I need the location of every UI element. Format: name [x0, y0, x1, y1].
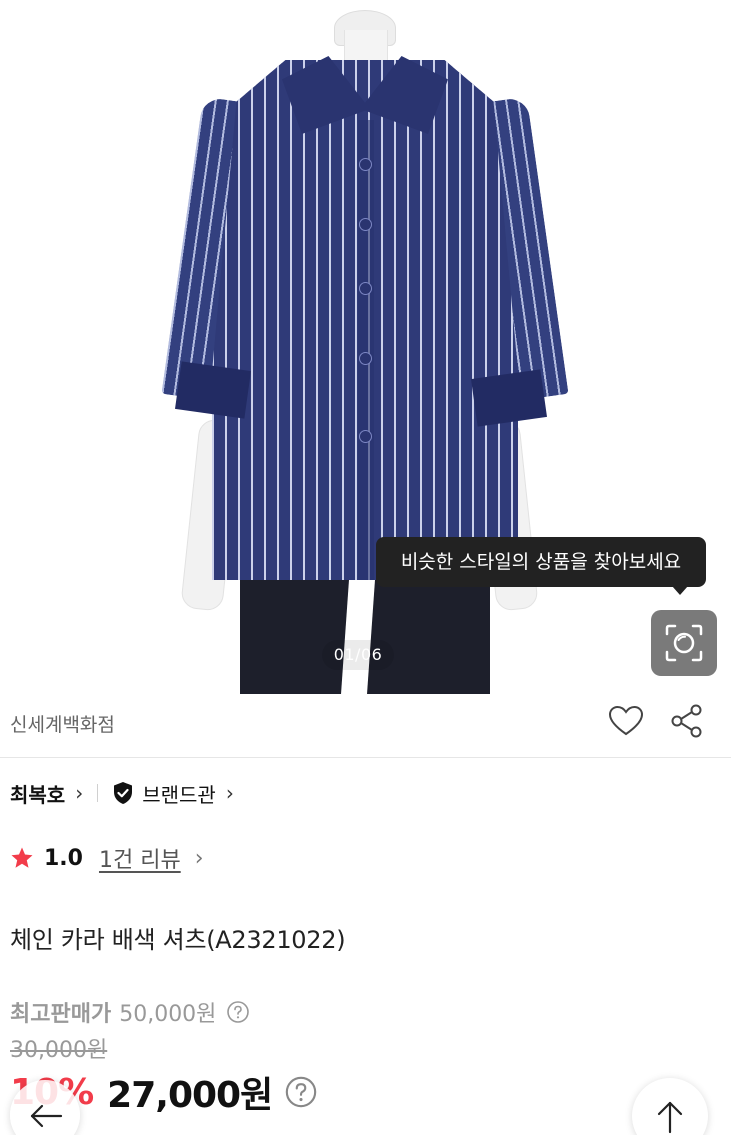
- shirt-button: [359, 352, 372, 365]
- review-count-link[interactable]: 1건 리뷰: [99, 842, 181, 874]
- brand-name: 최복호: [10, 782, 66, 807]
- heart-icon: [608, 705, 644, 736]
- shirt-placket: [358, 120, 374, 580]
- rating-score: 1.0: [44, 845, 83, 871]
- shield-check-icon: [114, 782, 133, 804]
- share-icon: [671, 704, 702, 738]
- product-image-gallery[interactable]: 01/06: [0, 0, 731, 694]
- question-circle-icon[interactable]: [226, 1000, 250, 1024]
- question-circle-icon[interactable]: [284, 1075, 318, 1109]
- max-price-label: 최고판매가: [10, 1002, 112, 1027]
- sale-price: 27,000원: [107, 1075, 273, 1116]
- store-row: 신세계백화점: [0, 694, 731, 758]
- shirt-button: [359, 218, 372, 231]
- shirt-button: [359, 158, 372, 171]
- divider: [97, 784, 99, 802]
- star-icon: [11, 847, 33, 868]
- visual-search-button[interactable]: [651, 610, 717, 676]
- slide-counter: 01/06: [322, 640, 394, 670]
- max-price-value: 50,000원: [119, 1002, 217, 1027]
- brand-hall-label: 브랜드관: [142, 782, 216, 807]
- arrow-up-icon: [657, 1101, 683, 1134]
- shirt-cuff-left: [175, 361, 251, 419]
- store-name[interactable]: 신세계백화점: [10, 710, 115, 737]
- chevron-right-icon: ›: [225, 781, 234, 805]
- rating-row: 1.0 1건 리뷰 ›: [10, 840, 204, 876]
- wishlist-button[interactable]: [607, 702, 645, 740]
- brand-link[interactable]: 최복호 ›: [10, 779, 83, 808]
- chevron-right-icon: ›: [75, 781, 84, 805]
- tooltip-tail: [672, 586, 688, 595]
- scroll-to-top-button[interactable]: [632, 1078, 708, 1135]
- camera-lens-icon: [665, 624, 703, 662]
- shirt-button: [359, 430, 372, 443]
- original-price: 30,000원: [10, 1038, 108, 1063]
- share-button[interactable]: [668, 702, 706, 740]
- shirt-cuff-right: [471, 369, 547, 427]
- product-title: 체인 카라 배색 셔츠(A2321022): [10, 926, 346, 954]
- brand-row: 최복호 › 브랜드관 ›: [10, 776, 234, 810]
- chevron-right-icon: ›: [194, 845, 204, 871]
- similar-style-tooltip: 비슷한 스타일의 상품을 찾아보세요: [376, 537, 706, 587]
- max-price-row: 최고판매가 50,000원: [10, 994, 250, 1030]
- brand-hall-link[interactable]: 브랜드관 ›: [112, 779, 234, 808]
- shirt-button: [359, 282, 372, 295]
- arrow-left-icon: [30, 1104, 63, 1128]
